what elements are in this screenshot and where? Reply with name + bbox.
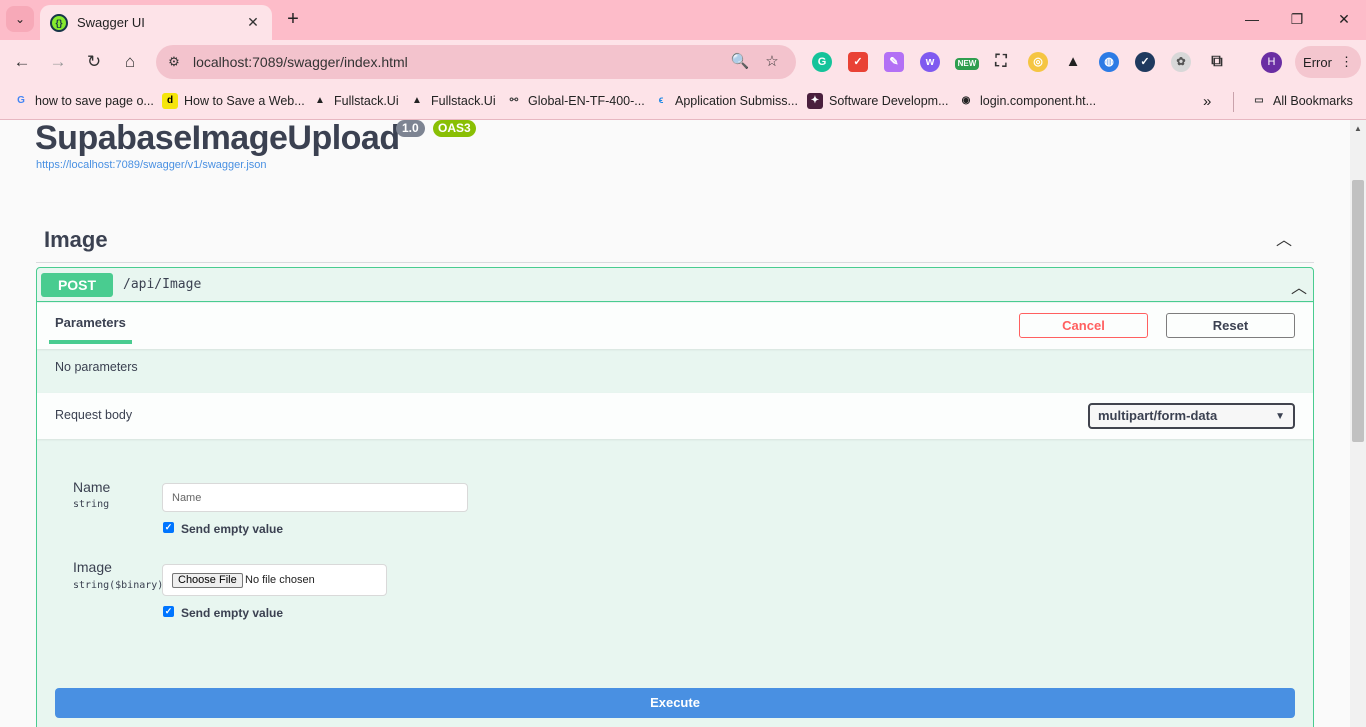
all-bookmarks-button[interactable]: ▭ All Bookmarks	[1251, 92, 1353, 110]
tab-search-button[interactable]: ⌄	[6, 6, 34, 32]
angular-icon: ▲	[412, 95, 422, 106]
reload-icon[interactable]: ↻	[81, 50, 107, 74]
post-operation-block: POST /api/Image ︿ Parameters Cancel Rese…	[36, 267, 1314, 727]
api-title: SupabaseImageUpload	[35, 120, 400, 157]
send-empty-checkbox-name[interactable]: ✓	[163, 522, 174, 533]
bookmark-item[interactable]: ▲ Fullstack.Ui	[312, 92, 399, 110]
field-label-image: Image	[73, 559, 112, 575]
folder-icon: ▭	[1254, 95, 1264, 106]
swagger-page: SupabaseImageUpload 1.0 OAS3 https://loc…	[0, 120, 1350, 727]
scroll-thumb[interactable]	[1352, 180, 1364, 442]
tab-parameters[interactable]: Parameters	[49, 315, 132, 344]
bookmark-item[interactable]: ▲ Fullstack.Ui	[409, 92, 496, 110]
send-empty-label[interactable]: Send empty value	[181, 522, 283, 536]
send-empty-checkbox-image[interactable]: ✓	[163, 606, 174, 617]
name-input[interactable]	[162, 483, 468, 512]
address-bar[interactable]: ⚙ localhost:7089/swagger/index.html 🔍 ☆	[156, 45, 796, 79]
scroll-up-arrow-icon[interactable]: ▲	[1354, 124, 1362, 133]
google-icon: G	[17, 95, 25, 106]
page-scrollbar[interactable]: ▲	[1350, 120, 1366, 727]
network-icon: ⚯	[509, 95, 519, 106]
check-extension-icon[interactable]: ✓	[1135, 52, 1155, 72]
error-label: Error	[1303, 54, 1332, 70]
extension-icon[interactable]: ◎	[1028, 52, 1048, 72]
no-parameters-text: No parameters	[55, 360, 138, 374]
more-vertical-icon: ⋮	[1339, 54, 1353, 69]
bookmarks-bar: G how to save page o... d How to Save a …	[0, 84, 1366, 120]
minimize-icon[interactable]: —	[1240, 8, 1264, 30]
chevron-up-icon[interactable]: ︿	[1276, 226, 1292, 250]
grammarly-extension-icon[interactable]: G	[812, 52, 832, 72]
divider	[1233, 92, 1234, 112]
field-label-name: Name	[73, 479, 111, 495]
zoom-icon[interactable]: 🔍	[729, 52, 751, 72]
new-tab-button[interactable]: +	[283, 8, 303, 30]
browser-tab[interactable]: {} Swagger UI ✕	[40, 5, 272, 40]
parameters-header: Parameters Cancel Reset	[37, 303, 1313, 349]
form-icon: ϵ	[658, 95, 664, 106]
extensions-puzzle-icon[interactable]: ⧉	[1207, 52, 1227, 72]
field-type-image: string($binary)	[73, 580, 164, 591]
choose-file-button[interactable]: Choose File	[172, 573, 243, 588]
execute-button[interactable]: Execute	[55, 688, 1295, 718]
content-type-value: multipart/form-data	[1098, 408, 1218, 423]
tab-title: Swagger UI	[77, 15, 145, 30]
content-type-select[interactable]: multipart/form-data ▼	[1088, 403, 1295, 429]
version-badge: 1.0	[396, 120, 425, 137]
site-info-icon[interactable]: ⚙	[165, 53, 183, 71]
operation-path: /api/Image	[123, 277, 202, 292]
dev-icon: d	[162, 93, 178, 109]
extension-icon[interactable]: ✎	[884, 52, 904, 72]
file-status: No file chosen	[245, 574, 315, 586]
bookmark-item[interactable]: ⚯ Global-EN-TF-400-...	[506, 92, 645, 110]
oas-badge: OAS3	[433, 120, 476, 137]
bookmark-star-icon[interactable]: ☆	[761, 52, 783, 72]
request-body-header: Request body multipart/form-data ▼	[37, 393, 1313, 439]
cancel-button[interactable]: Cancel	[1019, 313, 1148, 338]
globe-extension-icon[interactable]: ◍	[1099, 52, 1119, 72]
tag-section-header[interactable]: Image ︿	[36, 222, 1314, 263]
url-text[interactable]: localhost:7089/swagger/index.html	[193, 54, 408, 70]
chevron-up-icon[interactable]: ︿	[1291, 274, 1307, 298]
operation-summary[interactable]: POST /api/Image ︿	[37, 268, 1313, 302]
bookmark-item[interactable]: ✦ Software Developm...	[807, 92, 949, 110]
close-icon[interactable]: ✕	[244, 14, 262, 31]
swagger-favicon-icon: {}	[50, 13, 68, 32]
bookmark-item[interactable]: ϵ Application Submiss...	[653, 92, 798, 110]
bookmark-item[interactable]: G how to save page o...	[13, 92, 154, 110]
send-empty-label[interactable]: Send empty value	[181, 606, 283, 620]
forward-arrow-icon[interactable]: →	[45, 50, 71, 74]
new-badge-extension-icon[interactable]: NEW	[955, 58, 979, 70]
profile-avatar[interactable]: H	[1261, 52, 1282, 73]
tab-strip: ⌄ {} Swagger UI ✕ + — ❐ ✕	[0, 0, 1366, 40]
back-arrow-icon[interactable]: ←	[9, 50, 35, 74]
extension-icon[interactable]: ✿	[1171, 52, 1191, 72]
field-type-name: string	[73, 499, 110, 510]
request-body-label: Request body	[55, 408, 133, 422]
extension-icon[interactable]: ✓	[848, 52, 868, 72]
tag-name: Image	[44, 227, 108, 252]
error-menu-button[interactable]: Error ⋮	[1295, 46, 1361, 78]
globe-icon: ◉	[961, 95, 971, 106]
chevron-down-icon: ⌄	[14, 12, 26, 26]
home-icon[interactable]: ⌂	[117, 50, 143, 74]
screenshot-icon[interactable]: ⛶	[991, 52, 1011, 72]
angular-icon: ▲	[315, 95, 325, 106]
restore-icon[interactable]: ❐	[1285, 8, 1309, 30]
bookmark-item[interactable]: ◉ login.component.ht...	[958, 92, 1096, 110]
extension-icon[interactable]: w	[920, 52, 940, 72]
more-bookmarks-icon[interactable]: »	[1203, 92, 1211, 110]
software-icon: ✦	[807, 93, 823, 109]
bookmark-item[interactable]: d How to Save a Web...	[162, 92, 305, 110]
browser-toolbar: ← → ↻ ⌂ ⚙ localhost:7089/swagger/index.h…	[0, 40, 1366, 84]
angular-extension-icon[interactable]: ▲	[1063, 52, 1083, 72]
swagger-json-link[interactable]: https://localhost:7089/swagger/v1/swagge…	[36, 159, 267, 171]
image-file-input[interactable]: Choose File No file chosen	[162, 564, 387, 596]
chevron-down-icon: ▼	[1275, 411, 1285, 422]
reset-button[interactable]: Reset	[1166, 313, 1295, 338]
method-badge: POST	[41, 273, 113, 297]
window-close-icon[interactable]: ✕	[1332, 8, 1356, 30]
